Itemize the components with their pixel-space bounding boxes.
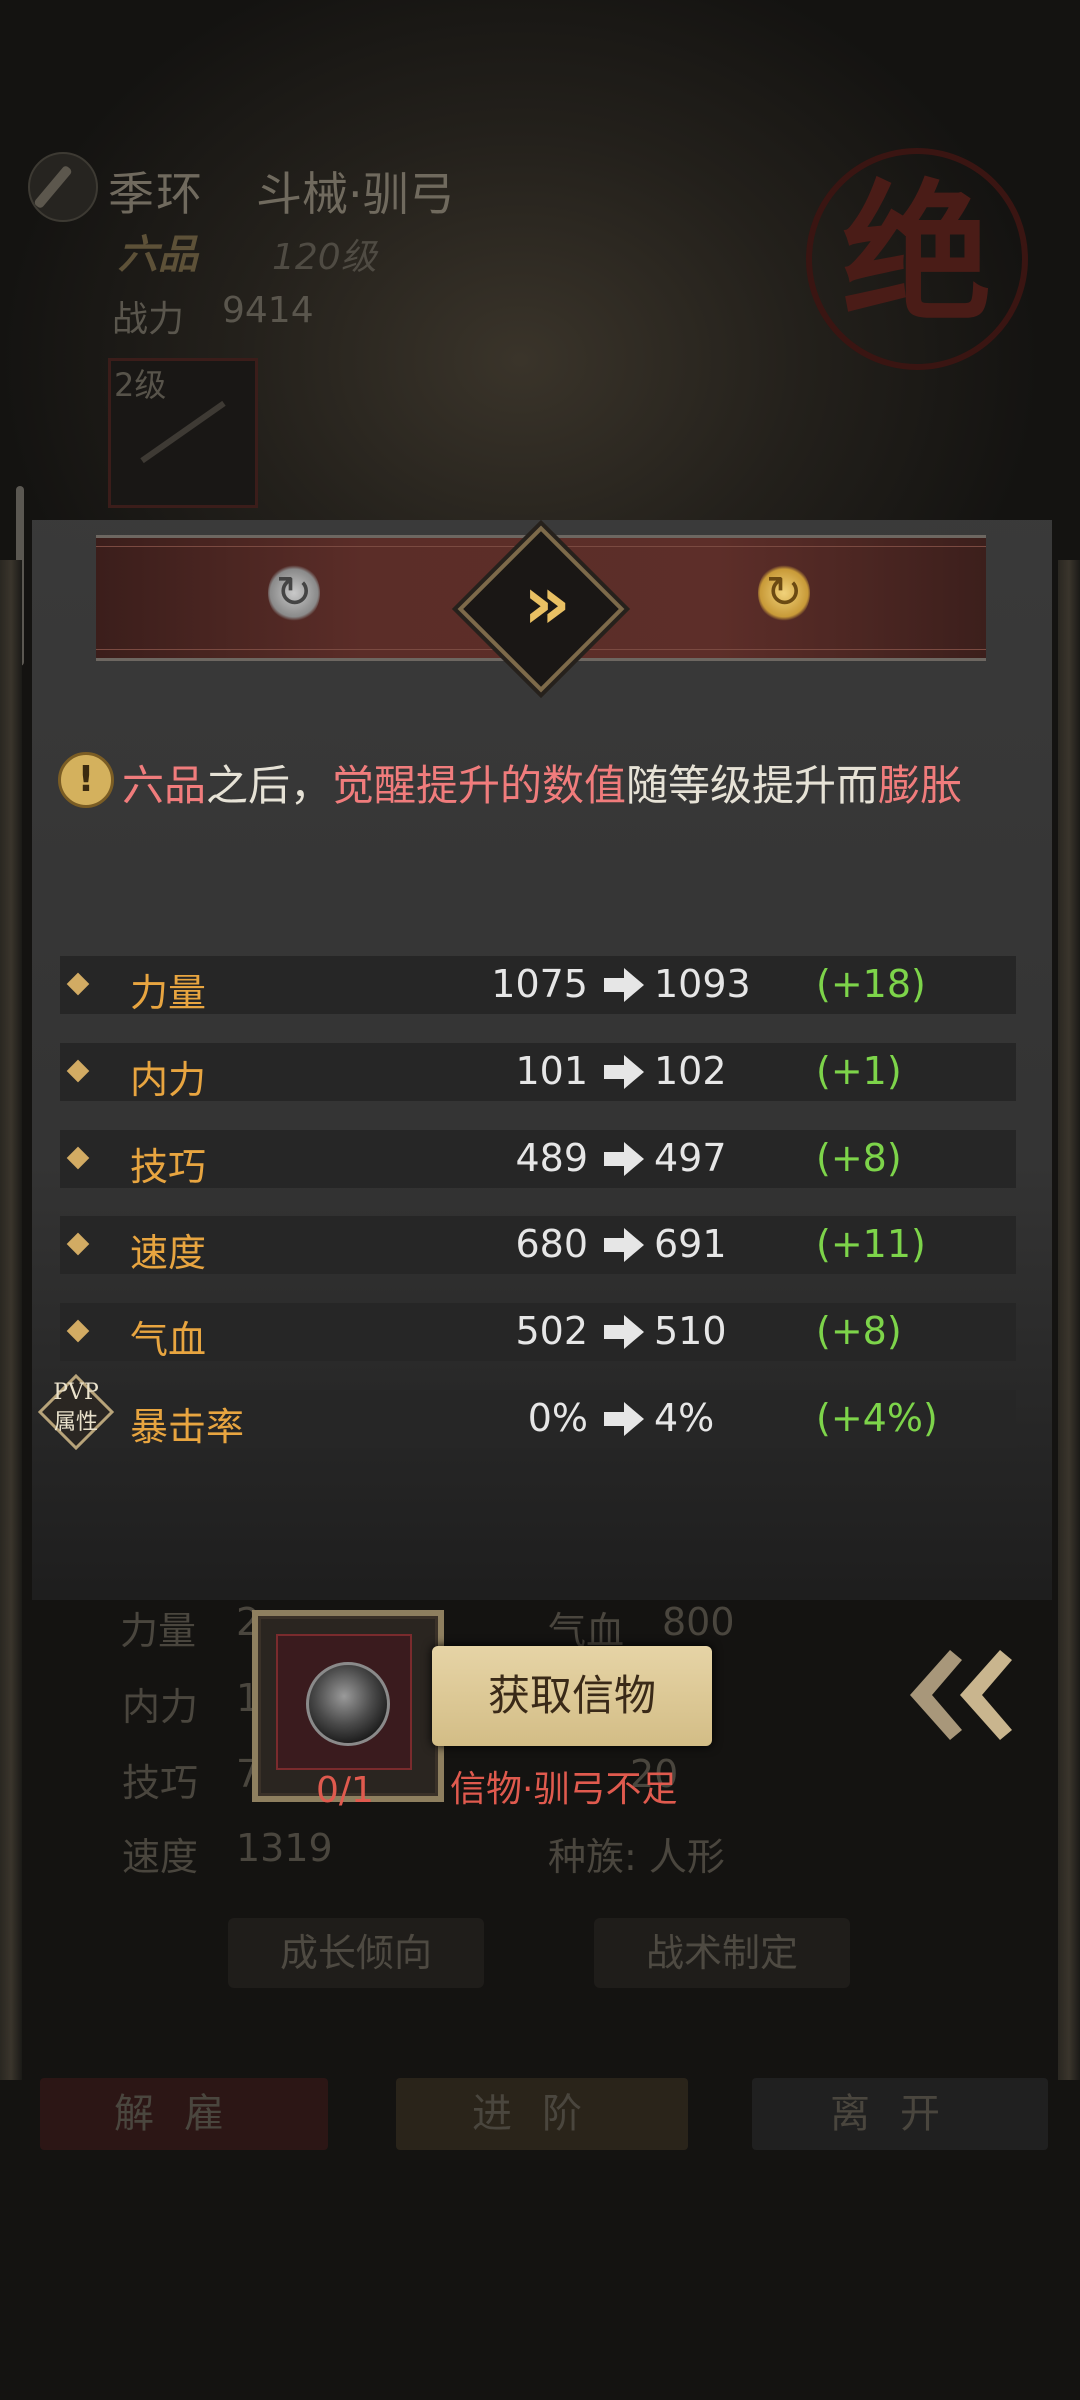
- rarity-seal: 绝: [806, 148, 1028, 370]
- stat-new-value: 4%: [654, 1396, 715, 1440]
- pvp-badge-label: PVP 属性: [40, 1378, 112, 1438]
- stat-delta: (+1): [816, 1049, 902, 1093]
- scroll-frame-right: [1058, 560, 1080, 2080]
- awaken-gold-icon: ↻: [758, 563, 810, 623]
- get-token-button[interactable]: 获取信物: [432, 1646, 712, 1746]
- stat-name: 力量: [130, 971, 207, 1015]
- equipment-level: 2级: [114, 366, 167, 404]
- stat-old-value: 101: [515, 1049, 588, 1093]
- stat-name: 内力: [130, 1058, 207, 1102]
- arrow-right-icon: [604, 1142, 644, 1176]
- pvp-line1: PVP: [53, 1380, 99, 1405]
- hero-level: 120级: [272, 237, 377, 278]
- awaken-notice: 六品之后，觉醒提升的数值随等级提升而膨胀: [122, 752, 962, 813]
- stat-delta: (+8): [816, 1309, 902, 1353]
- bg-int-label: 内力: [122, 1685, 199, 1729]
- diamond-icon: [66, 1319, 90, 1343]
- stat-old-value: 1075: [491, 962, 588, 1006]
- bg-hp-value: 800: [662, 1600, 735, 1644]
- notice-inflate: 膨胀: [878, 761, 963, 810]
- arrow-right-icon: [604, 1228, 644, 1262]
- token-item-inner: [276, 1634, 412, 1770]
- token-count: 0/1: [316, 1770, 374, 1811]
- stat-row-speed: 速度 680 691 (+11): [60, 1216, 1016, 1275]
- leave-button[interactable]: 离开: [752, 2078, 1048, 2150]
- stat-name: 速度: [130, 1231, 207, 1275]
- arrow-right-icon: [604, 1315, 644, 1349]
- double-chevron-left-icon[interactable]: [890, 1630, 1040, 1760]
- stat-delta: (+18): [816, 962, 926, 1006]
- stat-delta: (+11): [816, 1222, 926, 1266]
- stat-new-value: 497: [654, 1136, 727, 1180]
- hero-class: 斗械·驯弓: [256, 167, 455, 221]
- hero-name: 季环: [108, 167, 204, 221]
- advance-button[interactable]: 进阶: [396, 2078, 688, 2150]
- bg-race: 种族: 人形: [548, 1835, 725, 1879]
- arrow-right-icon: [604, 1402, 644, 1436]
- stat-new-value: 510: [654, 1309, 727, 1353]
- stat-row-inner-power: 内力 101 102 (+1): [60, 1043, 1016, 1102]
- stat-name: 暴击率: [130, 1405, 245, 1449]
- notice-grade: 六品: [122, 761, 207, 810]
- stat-delta: (+8): [816, 1136, 902, 1180]
- hero-grade: 六品: [118, 232, 198, 278]
- stat-row-strength: 力量 1075 1093 (+18): [60, 956, 1016, 1015]
- stat-new-value: 691: [654, 1222, 727, 1266]
- notice-value: 觉醒提升的数值: [332, 761, 627, 810]
- pvp-line2: 属性: [53, 1410, 98, 1435]
- stat-name: 技巧: [130, 1145, 207, 1189]
- bg-speed-value: 1319: [236, 1826, 333, 1870]
- diamond-icon: [66, 1232, 90, 1256]
- stat-old-value: 502: [515, 1309, 588, 1353]
- exclamation-icon: !: [58, 752, 114, 808]
- double-chevron-right-icon: »: [523, 560, 571, 646]
- diamond-icon: [66, 1059, 90, 1083]
- notice-after: 之后，: [206, 761, 333, 810]
- token-portrait: [306, 1662, 390, 1746]
- stat-new-value: 1093: [654, 962, 751, 1006]
- bg-skill-label: 技巧: [122, 1761, 199, 1805]
- stat-delta: (+4%): [816, 1396, 938, 1440]
- arrow-right-icon: [604, 1055, 644, 1089]
- stat-row-skill: 技巧 489 497 (+8): [60, 1130, 1016, 1189]
- stat-name: 气血: [130, 1318, 207, 1362]
- brush-icon: [28, 152, 98, 222]
- bg-str-label: 力量: [120, 1609, 197, 1653]
- stat-old-value: 0%: [527, 1396, 588, 1440]
- token-warning: 信物·驯弓不足: [450, 1769, 678, 1810]
- bg-speed-label: 速度: [122, 1835, 199, 1879]
- stat-row-hp: 气血 502 510 (+8): [60, 1303, 1016, 1362]
- power-value: 9414: [222, 290, 314, 331]
- diamond-icon: [66, 1146, 90, 1170]
- stat-old-value: 489: [515, 1136, 588, 1180]
- stat-row-crit-rate: 暴击率 0% 4% (+4%): [60, 1390, 1016, 1449]
- stat-new-value: 102: [654, 1049, 727, 1093]
- arrow-right-icon: [604, 968, 644, 1002]
- notice-level: 随等级提升而: [626, 761, 879, 810]
- diamond-icon: [66, 972, 90, 996]
- growth-tendency-button[interactable]: 成长倾向: [228, 1918, 484, 1988]
- dismiss-button[interactable]: 解雇: [40, 2078, 328, 2150]
- awaken-gray-icon: ↻: [268, 563, 320, 623]
- tactic-button[interactable]: 战术制定: [594, 1918, 850, 1988]
- scroll-frame-left: [0, 560, 22, 2080]
- stat-old-value: 680: [515, 1222, 588, 1266]
- power-label: 战力: [112, 299, 185, 340]
